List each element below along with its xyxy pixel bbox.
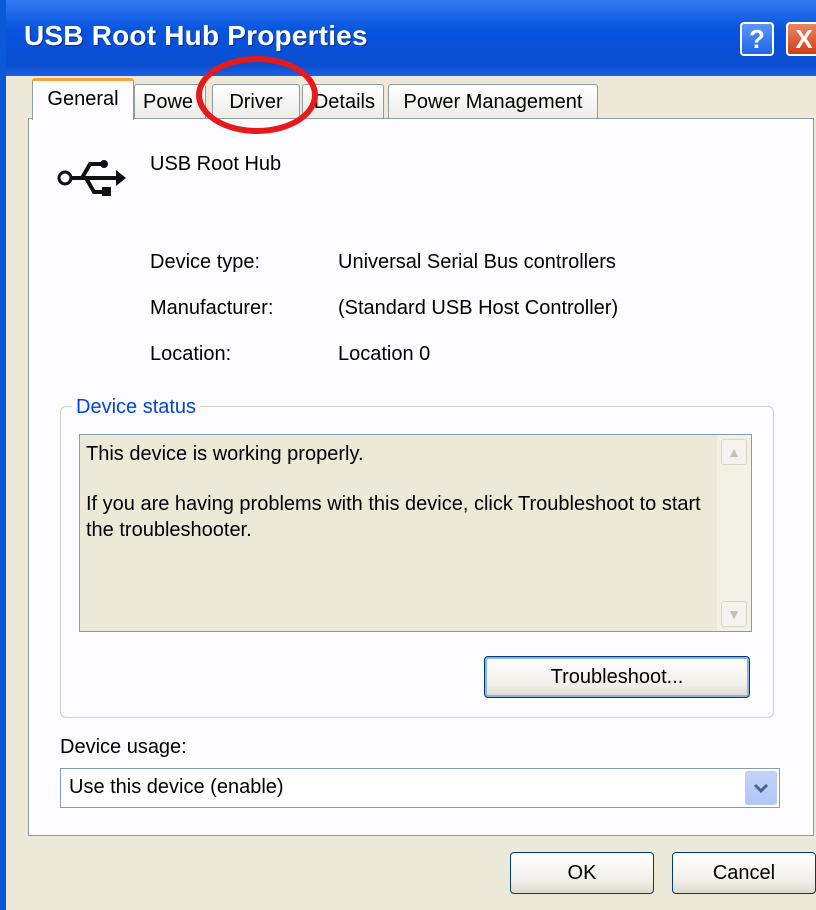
troubleshoot-button[interactable]: Troubleshoot... <box>484 656 750 698</box>
manufacturer-label: Manufacturer: <box>150 297 274 319</box>
location-label: Location: <box>150 343 232 365</box>
device-type-label: Device type: <box>150 251 261 273</box>
chevron-down-icon[interactable] <box>745 771 777 805</box>
location-value: Location 0 <box>338 343 431 365</box>
usb-icon <box>57 160 126 196</box>
title-bar[interactable]: USB Root Hub Properties ? X <box>6 0 816 76</box>
tab-power-management[interactable]: Power Management <box>388 84 598 120</box>
scroll-down-icon[interactable]: ▼ <box>721 601 747 627</box>
status-line-working: This device is working properly. <box>86 443 364 465</box>
ok-button[interactable]: OK <box>510 852 654 894</box>
device-status-legend: Device status <box>72 396 201 419</box>
window-title: USB Root Hub Properties <box>24 20 368 51</box>
cancel-button[interactable]: Cancel <box>672 852 816 894</box>
help-button[interactable]: ? <box>740 22 774 56</box>
status-text: This device is working properly. If you … <box>86 441 706 543</box>
device-name: USB Root Hub <box>150 153 282 175</box>
device-usage-label: Device usage: <box>60 736 187 758</box>
manufacturer-value: (Standard USB Host Controller) <box>338 297 619 319</box>
device-status-textbox[interactable]: This device is working properly. If you … <box>79 434 752 632</box>
properties-dialog: USB Root Hub Properties ? X General Powe… <box>0 0 816 910</box>
close-button[interactable]: X <box>786 22 816 56</box>
status-scrollbar[interactable]: ▲ ▼ <box>717 435 751 631</box>
tab-power[interactable]: Powe <box>134 84 206 120</box>
tab-general[interactable]: General <box>32 78 134 120</box>
device-usage-select[interactable]: Use this device (enable) <box>60 768 780 808</box>
status-line-troubleshoot-hint: If you are having problems with this dev… <box>86 493 701 541</box>
device-usage-value: Use this device (enable) <box>69 776 284 798</box>
scroll-up-icon[interactable]: ▲ <box>721 439 747 465</box>
device-type-value: Universal Serial Bus controllers <box>338 251 616 273</box>
annotation-circle <box>196 56 318 134</box>
